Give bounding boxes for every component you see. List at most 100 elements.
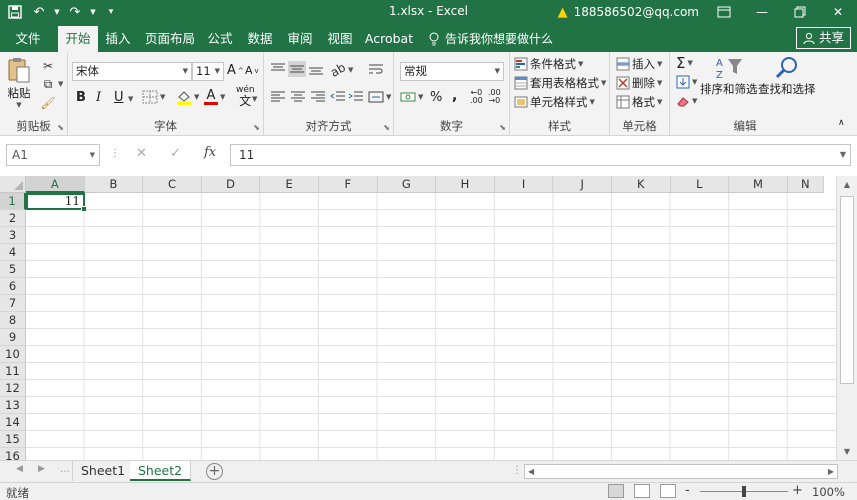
wrap-text-icon[interactable] <box>368 62 384 76</box>
number-format-select[interactable]: 常规 ▼ <box>400 62 504 81</box>
tab-view[interactable]: 视图 <box>322 26 358 52</box>
tab-formulas[interactable]: 公式 <box>202 26 238 52</box>
underline-dropdown-icon[interactable]: ▼ <box>128 95 133 103</box>
redo-dropdown-icon[interactable]: ▼ <box>88 2 98 22</box>
format-as-table-button[interactable]: 套用表格格式 ▼ <box>514 75 606 91</box>
column-header-n[interactable]: N <box>787 176 824 193</box>
column-header-m[interactable]: M <box>729 176 788 193</box>
scroll-right-icon[interactable]: ▶ <box>828 465 834 478</box>
row-header-7[interactable]: 7 <box>0 295 26 312</box>
fill-color-icon[interactable]: ▼ <box>176 89 199 105</box>
cell-grid[interactable] <box>26 193 836 460</box>
tab-data[interactable]: 数据 <box>242 26 278 52</box>
warning-icon[interactable]: ▲ <box>555 4 571 20</box>
middle-align-icon[interactable] <box>288 61 306 77</box>
column-header-f[interactable]: F <box>319 176 378 193</box>
undo-dropdown-icon[interactable]: ▼ <box>52 2 62 22</box>
row-header-12[interactable]: 12 <box>0 380 26 397</box>
italic-button[interactable]: I <box>96 90 101 105</box>
sheet-tabs-more-icon[interactable]: … <box>60 464 70 475</box>
sheet-tab-sheet1[interactable]: Sheet1 <box>72 461 135 481</box>
row-header-3[interactable]: 3 <box>0 227 26 244</box>
minimize-icon[interactable]: — <box>743 0 781 24</box>
column-header-h[interactable]: H <box>436 176 495 193</box>
comma-style-button[interactable]: , <box>452 88 457 104</box>
save-icon[interactable] <box>4 2 26 22</box>
close-icon[interactable]: ✕ <box>819 0 857 24</box>
formula-bar-splitter-icon[interactable]: ⋮ <box>110 148 120 159</box>
bold-button[interactable]: B <box>76 90 86 105</box>
formula-input[interactable]: 11 ▼ <box>230 144 851 166</box>
column-header-j[interactable]: J <box>553 176 612 193</box>
row-header-4[interactable]: 4 <box>0 244 26 261</box>
column-header-a[interactable]: A <box>26 176 85 193</box>
decrease-font-icon[interactable]: Av <box>245 64 259 77</box>
copy-icon[interactable]: ⧉ ▼ <box>40 76 64 92</box>
row-header-11[interactable]: 11 <box>0 363 26 380</box>
cell-styles-button[interactable]: 单元格样式 ▼ <box>514 94 595 110</box>
tab-acrobat[interactable]: Acrobat <box>362 26 416 52</box>
zoom-slider-thumb[interactable] <box>742 486 746 497</box>
top-align-icon[interactable] <box>270 62 286 76</box>
conditional-formatting-button[interactable]: 条件格式 ▼ <box>514 56 583 72</box>
page-layout-view-icon[interactable] <box>634 484 650 498</box>
row-header-1[interactable]: 1 <box>0 193 26 210</box>
accounting-format-icon[interactable]: ▼ <box>400 90 423 104</box>
scroll-left-icon[interactable]: ◀ <box>528 465 534 478</box>
row-header-13[interactable]: 13 <box>0 397 26 414</box>
row-header-10[interactable]: 10 <box>0 346 26 363</box>
scroll-down-icon[interactable]: ▼ <box>837 443 857 460</box>
paste-button[interactable]: 粘贴 ▼ <box>6 56 32 109</box>
account-name[interactable]: 188586502@qq.com <box>574 5 699 19</box>
percent-style-button[interactable]: % <box>430 90 442 105</box>
page-break-preview-icon[interactable] <box>660 484 676 498</box>
prev-sheet-icon[interactable]: ◀ <box>16 464 23 474</box>
number-launcher-icon[interactable]: ⬊ <box>499 123 506 132</box>
column-header-k[interactable]: K <box>612 176 671 193</box>
column-header-d[interactable]: D <box>201 176 261 193</box>
tab-page-layout[interactable]: 页面布局 <box>140 26 200 52</box>
increase-font-icon[interactable]: A ^ <box>227 63 244 78</box>
zoom-level[interactable]: 100% <box>812 485 845 499</box>
tab-review[interactable]: 审阅 <box>282 26 318 52</box>
normal-view-icon[interactable] <box>608 484 624 498</box>
paste-dropdown-icon[interactable]: ▼ <box>16 101 21 109</box>
row-header-6[interactable]: 6 <box>0 278 26 295</box>
decrease-decimal-icon[interactable]: .00 →0 <box>488 89 501 105</box>
clipboard-launcher-icon[interactable]: ⬊ <box>57 123 64 132</box>
ribbon-display-options-icon[interactable] <box>705 0 743 24</box>
row-header-14[interactable]: 14 <box>0 414 26 431</box>
next-sheet-icon[interactable]: ▶ <box>38 464 45 474</box>
collapse-ribbon-icon[interactable]: ∧ <box>838 118 845 128</box>
column-header-i[interactable]: I <box>494 176 554 193</box>
font-name-select[interactable]: 宋体 ▼ <box>72 62 192 81</box>
find-select-button[interactable]: 查找和选择 <box>758 56 816 97</box>
tab-split-icon[interactable]: ⋮ <box>512 465 522 476</box>
autosum-icon[interactable]: Σ ▼ <box>676 54 693 72</box>
column-header-g[interactable]: G <box>377 176 437 193</box>
column-header-e[interactable]: E <box>260 176 319 193</box>
tab-file[interactable]: 文件 <box>6 26 50 52</box>
horizontal-scrollbar[interactable]: ◀ ▶ <box>524 464 838 479</box>
tell-me-search[interactable]: 告诉我你想要做什么 <box>426 26 553 52</box>
cell-a1[interactable]: 11 <box>26 193 87 212</box>
alignment-launcher-icon[interactable]: ⬊ <box>383 123 390 132</box>
bottom-align-icon[interactable] <box>308 62 324 76</box>
merge-center-icon[interactable]: ▼ <box>368 90 391 104</box>
increase-decimal-icon[interactable]: ←0.00 <box>470 89 483 105</box>
row-header-2[interactable]: 2 <box>0 210 26 227</box>
align-center-icon[interactable] <box>290 90 306 104</box>
insert-function-icon[interactable]: fx <box>204 145 216 160</box>
delete-cells-button[interactable]: 删除 ▼ <box>616 75 662 91</box>
cut-icon[interactable]: ✂ <box>40 58 56 74</box>
scroll-up-icon[interactable]: ▲ <box>837 176 857 193</box>
format-cells-button[interactable]: 格式 ▼ <box>616 94 662 110</box>
redo-icon[interactable]: ↷ <box>64 2 86 22</box>
enter-entry-icon[interactable]: ✓ <box>170 146 181 161</box>
sort-filter-button[interactable]: AZ 排序和筛选 <box>700 56 758 97</box>
zoom-out-button[interactable]: - <box>685 483 690 498</box>
column-header-l[interactable]: L <box>670 176 730 193</box>
tab-home[interactable]: 开始 <box>58 26 98 52</box>
font-size-select[interactable]: 11 ▼ <box>192 62 224 81</box>
vertical-scroll-thumb[interactable] <box>840 196 854 384</box>
